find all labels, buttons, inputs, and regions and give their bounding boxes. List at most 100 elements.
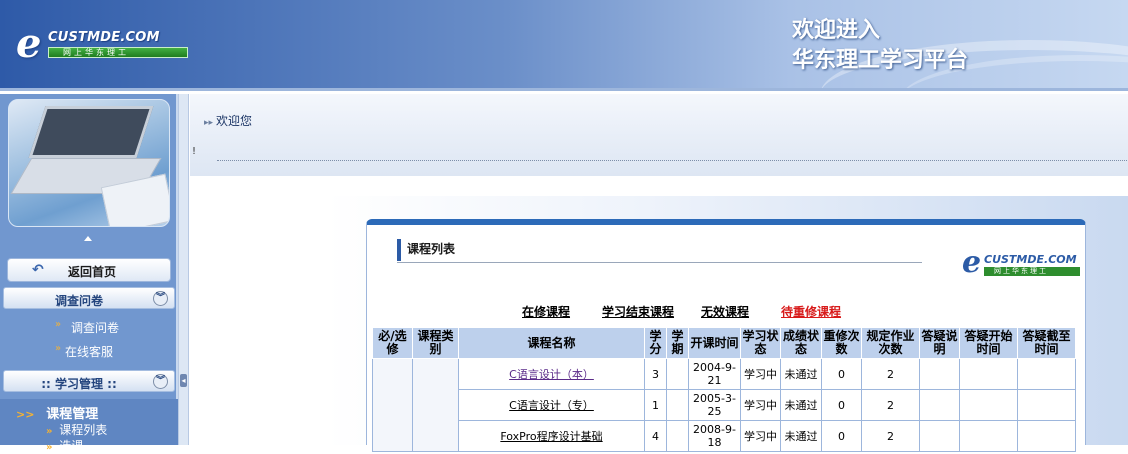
qa-end-cell xyxy=(1017,389,1076,421)
title-underline xyxy=(397,262,922,263)
laptop-screen-graphic xyxy=(28,106,154,158)
table-header-row: 必/选修 课程类别 课程名称 学分 学期 开课时间 学习状态 成绩状态 重修次数… xyxy=(372,327,1076,359)
column-header: 成绩状态 xyxy=(780,327,822,359)
site-logo[interactable]: e CUSTMDE.COM 网上华东理工 xyxy=(16,20,188,67)
welcome-line-1: 欢迎进入 xyxy=(792,18,881,43)
tree-node-label: 课程管理 xyxy=(46,407,99,422)
qa-note-cell xyxy=(919,358,960,390)
laptop-photo xyxy=(8,99,170,227)
double-arrow-icon: >> xyxy=(16,408,35,421)
qa-start-cell xyxy=(959,420,1018,452)
bullet-arrow-icon: » xyxy=(55,343,62,354)
menu-item-online-support[interactable]: » 在线客服 xyxy=(3,341,175,359)
sidebar-splitter[interactable]: ◂ xyxy=(178,94,189,445)
grade-status-cell: 未通过 xyxy=(780,420,822,452)
back-arrow-icon: ↶ xyxy=(32,262,44,278)
tree-item-label: 选课 xyxy=(59,439,84,453)
credit-cell: 1 xyxy=(644,389,667,421)
notice-mark: ! xyxy=(192,146,197,157)
column-header: 课程类别 xyxy=(412,327,459,359)
survey-menu: » 调查问卷 » 在线客服 xyxy=(3,311,175,363)
study-section-header[interactable]: :: 学习管理 :: ︾ xyxy=(3,370,175,392)
column-header: 答疑说明 xyxy=(919,327,960,359)
homework-count-cell: 2 xyxy=(861,358,920,390)
bullet-arrow-icon: » xyxy=(55,319,62,330)
panel-logo: e CUSTMDE.COM 网上华东理工 xyxy=(962,245,1082,283)
course-link[interactable]: C语言设计（本） xyxy=(509,368,594,381)
column-header: 课程名称 xyxy=(458,327,645,359)
tab-retake-courses[interactable]: 待重修课程 xyxy=(781,303,841,320)
column-header: 学分 xyxy=(644,327,667,359)
column-header: 开课时间 xyxy=(688,327,741,359)
panel-title: 课程列表 xyxy=(397,239,455,261)
logo-mark: e xyxy=(16,20,42,67)
survey-section-header[interactable]: 调查问卷 ︾ xyxy=(3,287,175,309)
grade-status-cell: 未通过 xyxy=(780,358,822,390)
tab-current-courses[interactable]: 在修课程 xyxy=(522,303,570,320)
study-status-cell: 学习中 xyxy=(740,420,781,452)
start-date-cell: 2008-9-18 xyxy=(688,420,741,452)
tree-item-label: 课程列表 xyxy=(59,423,108,437)
homework-count-cell: 2 xyxy=(861,389,920,421)
course-link[interactable]: FoxPro程序设计基础 xyxy=(500,430,602,443)
home-button-label: 返回首页 xyxy=(68,265,117,279)
welcome-banner: 欢迎进入 华东理工学习平台 xyxy=(792,16,968,76)
menu-item-survey-label: 调查问卷 xyxy=(71,321,120,335)
collapse-sidebar-icon[interactable]: ◂ xyxy=(180,374,187,387)
collapse-icon[interactable]: ︾ xyxy=(153,291,168,306)
qa-note-cell xyxy=(919,389,960,421)
bullet-arrow-icon: » xyxy=(46,426,53,437)
qa-note-cell xyxy=(919,420,960,452)
column-header: 学习状态 xyxy=(740,327,781,359)
tab-invalid-courses[interactable]: 无效课程 xyxy=(701,303,749,320)
retake-count-cell: 0 xyxy=(821,389,862,421)
panel-logo-tag: 网上华东理工 xyxy=(994,267,1048,275)
study-status-cell: 学习中 xyxy=(740,358,781,390)
course-name-cell: C语言设计（本） xyxy=(458,358,645,390)
qa-start-cell xyxy=(959,358,1018,390)
breadcrumb-text: 欢迎您 xyxy=(216,114,253,128)
course-tabs: 在修课程 学习结束课程 无效课程 待重修课程 xyxy=(367,303,1087,321)
course-name-cell: C语言设计（专） xyxy=(458,389,645,421)
table-row: C语言设计（本） 3 2004-9-21 学习中 未通过 0 2 xyxy=(372,358,1076,452)
main-top-bar: ▸▸ 欢迎您 ! xyxy=(190,94,1128,176)
menu-item-survey[interactable]: » 调查问卷 xyxy=(3,317,175,335)
breadcrumb: ▸▸ 欢迎您 xyxy=(204,112,252,129)
panel-logo-tag-bar: 网上华东理工 xyxy=(984,267,1080,276)
survey-section-title: 调查问卷 xyxy=(54,294,103,308)
qa-end-cell xyxy=(1017,358,1076,390)
qa-start-cell xyxy=(959,389,1018,421)
tree-node-course-management[interactable]: >> 课程管理 xyxy=(16,403,98,422)
term-cell xyxy=(666,358,689,390)
column-header: 规定作业次数 xyxy=(861,327,920,359)
course-category-cell xyxy=(412,358,459,452)
site-header: e CUSTMDE.COM 网上华东理工 欢迎进入 华东理工学习平台 xyxy=(0,0,1128,91)
start-date-cell: 2004-9-21 xyxy=(688,358,741,390)
retake-count-cell: 0 xyxy=(821,358,862,390)
bullet-arrow-icon: » xyxy=(46,442,53,453)
tree-item-course-list[interactable]: » 课程列表 xyxy=(46,421,107,438)
double-arrow-icon: ▸▸ xyxy=(204,118,214,128)
term-cell xyxy=(666,389,689,421)
collapse-icon[interactable]: ︾ xyxy=(153,374,168,389)
grade-status-cell: 未通过 xyxy=(780,389,822,421)
left-sidebar: ↶ 返回首页 调查问卷 ︾ » 调查问卷 » 在线客服 :: 学习管理 :: ︾… xyxy=(0,94,178,453)
tree-item-course-selection[interactable]: » 选课 xyxy=(46,437,83,454)
start-date-cell: 2005-3-25 xyxy=(688,389,741,421)
column-header: 答疑截至时间 xyxy=(1017,327,1076,359)
logo-tag-bar: 网上华东理工 xyxy=(48,47,188,58)
panel-logo-mark: e xyxy=(962,245,982,280)
tab-finished-courses[interactable]: 学习结束课程 xyxy=(602,303,674,320)
home-button[interactable]: ↶ 返回首页 xyxy=(7,258,171,282)
qa-end-cell xyxy=(1017,420,1076,452)
table-row: C语言设计（专） 1 2005-3-25 学习中 未通过 0 2 xyxy=(373,389,1076,421)
dotted-divider xyxy=(217,160,1127,161)
panel-logo-name: CUSTMDE.COM xyxy=(984,253,1077,266)
term-cell xyxy=(666,420,689,452)
column-header: 重修次数 xyxy=(821,327,862,359)
table-row: FoxPro程序设计基础 4 2008-9-18 学习中 未通过 0 2 xyxy=(373,420,1076,452)
course-link[interactable]: C语言设计（专） xyxy=(509,399,594,412)
logo-tag: 网上华东理工 xyxy=(63,48,129,57)
column-header: 学期 xyxy=(666,327,689,359)
scroll-up-icon[interactable] xyxy=(84,236,92,241)
